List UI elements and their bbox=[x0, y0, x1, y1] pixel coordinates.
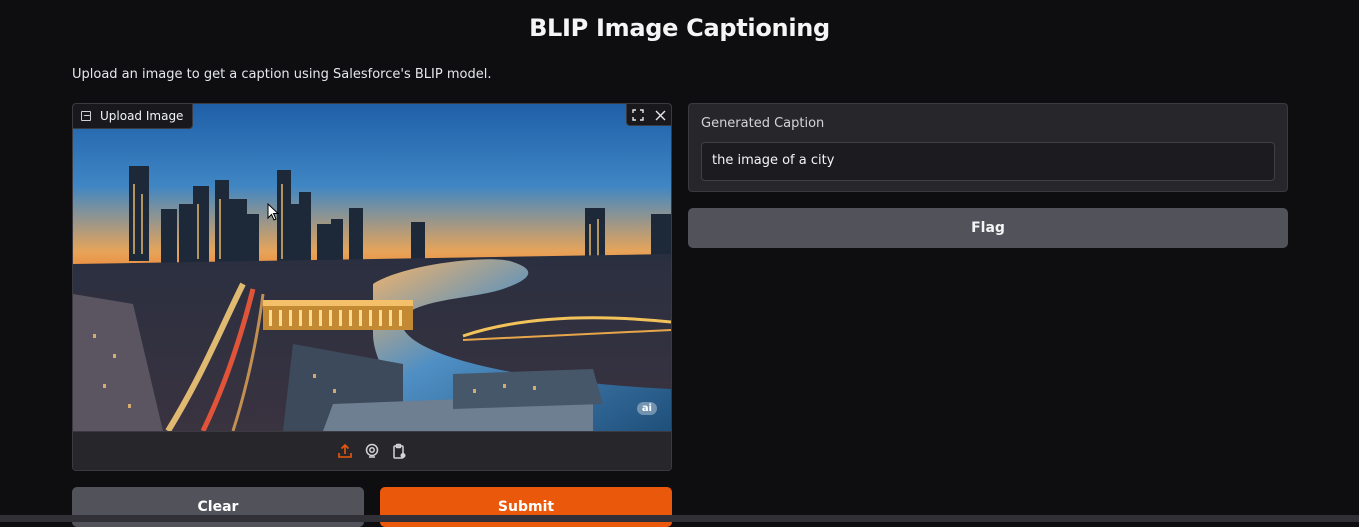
caption-output-field[interactable]: the image of a city bbox=[701, 142, 1275, 181]
ai-badge: ai bbox=[636, 402, 657, 415]
bottom-scroll-strip bbox=[0, 515, 1359, 522]
close-icon[interactable] bbox=[649, 104, 671, 126]
image-source-toolbar bbox=[73, 431, 671, 470]
mouse-cursor-icon bbox=[267, 203, 279, 221]
clipboard-icon[interactable] bbox=[391, 443, 408, 460]
caption-output-label: Generated Caption bbox=[701, 116, 825, 131]
uploaded-image bbox=[73, 104, 671, 431]
webcam-icon[interactable] bbox=[364, 443, 381, 460]
caption-output-panel: Generated Caption the image of a city bbox=[688, 103, 1288, 192]
image-icon bbox=[81, 111, 91, 121]
flag-button[interactable]: Flag bbox=[688, 208, 1288, 248]
page-description: Upload an image to get a caption using S… bbox=[72, 67, 492, 82]
upload-image-label-text: Upload Image bbox=[100, 109, 184, 123]
fullscreen-icon[interactable] bbox=[627, 104, 649, 126]
image-upload-panel[interactable]: Upload Image ai bbox=[72, 103, 672, 471]
upload-image-label: Upload Image bbox=[73, 104, 194, 129]
upload-icon[interactable] bbox=[337, 443, 354, 460]
image-actions bbox=[626, 104, 671, 126]
page-title: BLIP Image Captioning bbox=[529, 14, 830, 42]
city-skyline-photo bbox=[73, 104, 671, 431]
